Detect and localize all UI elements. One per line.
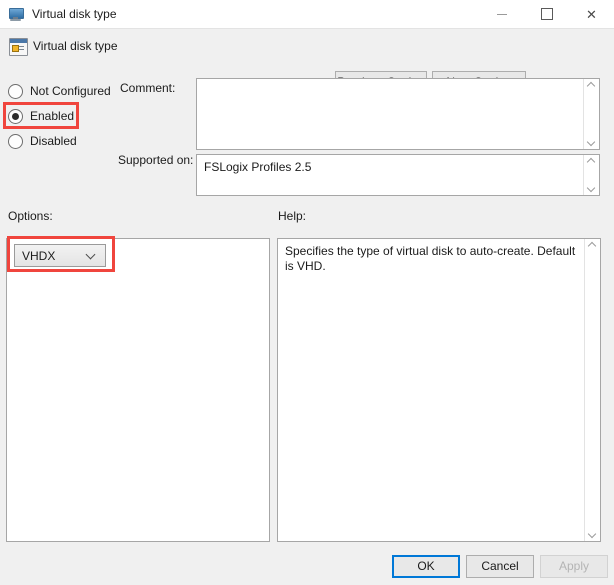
setting-title: Virtual disk type <box>33 39 118 53</box>
chevron-down-icon[interactable] <box>588 138 596 146</box>
policy-state-radio-group: Not Configured Enabled Disabled <box>8 80 111 155</box>
ok-button[interactable]: OK <box>392 555 460 578</box>
window-title: Virtual disk type <box>32 7 117 21</box>
radio-label: Enabled <box>30 109 75 123</box>
supported-on-scrollbar[interactable] <box>583 155 599 195</box>
radio-label: Disabled <box>30 134 77 148</box>
minimize-icon <box>496 13 507 15</box>
chevron-down-icon[interactable] <box>589 530 597 538</box>
supported-on-textarea[interactable]: FSLogix Profiles 2.5 <box>196 154 600 196</box>
chevron-down-icon[interactable] <box>87 251 96 260</box>
chevron-up-icon[interactable] <box>588 158 596 166</box>
chevron-down-icon[interactable] <box>588 184 596 192</box>
cancel-button[interactable]: Cancel <box>466 555 534 578</box>
radio-label: Not Configured <box>30 84 111 98</box>
minimize-button[interactable] <box>479 0 524 28</box>
help-text: Specifies the type of virtual disk to au… <box>285 244 576 273</box>
radio-icon <box>8 83 23 99</box>
help-scrollbar[interactable] <box>584 239 600 541</box>
setting-header: Virtual disk type Previous Setting Next … <box>0 29 614 94</box>
virtual-disk-type-combobox[interactable]: VHDX <box>14 244 106 267</box>
radio-icon <box>8 133 23 149</box>
maximize-icon <box>540 8 553 20</box>
apply-button: Apply <box>540 555 608 578</box>
comment-scrollbar[interactable] <box>583 79 599 149</box>
combobox-value: VHDX <box>22 248 56 263</box>
help-panel[interactable]: Specifies the type of virtual disk to au… <box>277 238 601 542</box>
supported-on-value: FSLogix Profiles 2.5 <box>204 160 312 174</box>
chevron-up-icon[interactable] <box>589 242 597 250</box>
policy-setting-icon <box>9 38 28 56</box>
close-button[interactable]: ✕ <box>569 0 614 28</box>
comment-textarea[interactable] <box>196 78 600 150</box>
radio-enabled[interactable]: Enabled <box>8 105 111 127</box>
supported-on-label: Supported on: <box>118 153 194 167</box>
radio-not-configured[interactable]: Not Configured <box>8 80 111 102</box>
computer-icon <box>8 6 24 22</box>
comment-label: Comment: <box>120 81 176 95</box>
window-controls: ✕ <box>479 0 614 28</box>
radio-disabled[interactable]: Disabled <box>8 130 111 152</box>
options-label: Options: <box>8 209 53 223</box>
chevron-up-icon[interactable] <box>588 82 596 90</box>
maximize-button[interactable] <box>524 0 569 28</box>
options-panel <box>6 238 270 542</box>
help-label: Help: <box>278 209 307 223</box>
radio-icon-selected <box>8 108 23 124</box>
window-titlebar: Virtual disk type ✕ <box>0 0 614 29</box>
